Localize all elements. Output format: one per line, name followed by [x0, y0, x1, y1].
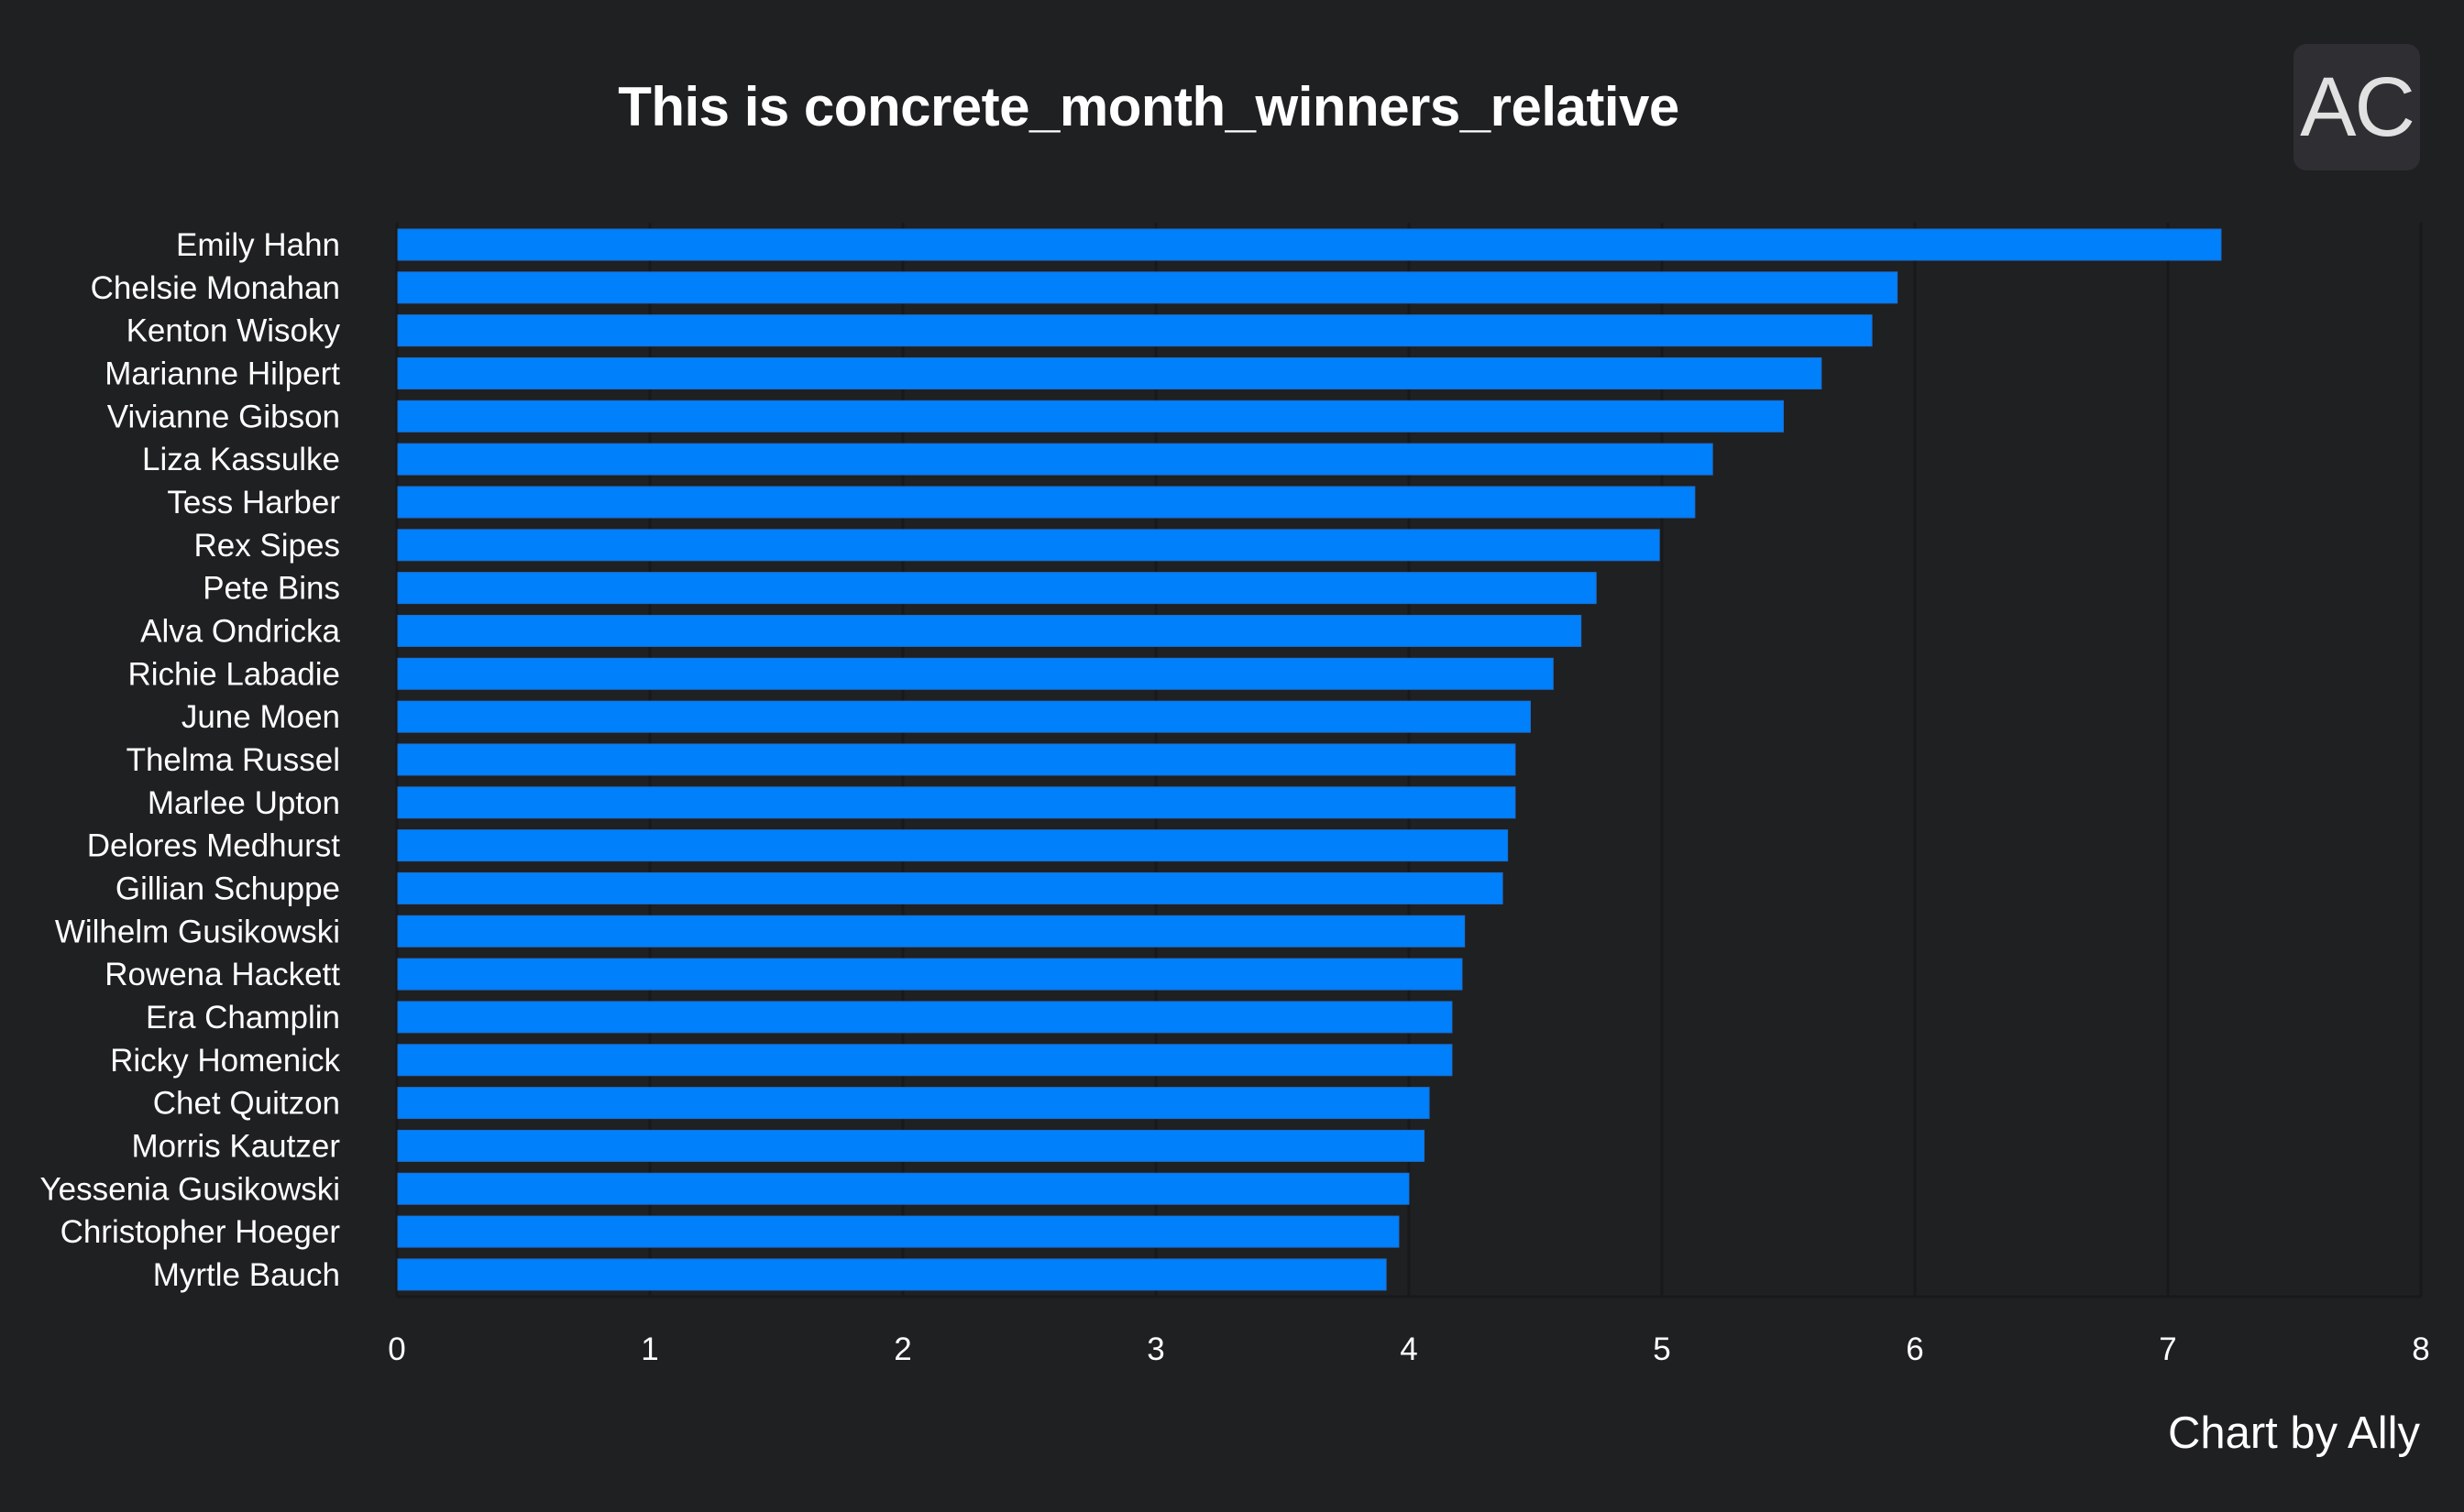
x-tick-label: 4 [1400, 1331, 1417, 1367]
category-label: Myrtle Bauch [153, 1257, 340, 1293]
bar[interactable] [397, 871, 1503, 904]
bar[interactable] [397, 1044, 1453, 1077]
bar[interactable] [397, 657, 1554, 690]
x-tick-label: 2 [894, 1331, 911, 1367]
x-tick-label: 3 [1147, 1331, 1164, 1367]
category-label: Vivianne Gibson [107, 399, 340, 434]
bar[interactable] [397, 1087, 1430, 1120]
bar[interactable] [397, 529, 1660, 562]
category-label: Era Champlin [146, 1000, 340, 1035]
bar[interactable] [397, 1215, 1400, 1248]
category-label: Marianne Hilpert [104, 356, 340, 391]
category-label: Chet Quitzon [153, 1086, 340, 1122]
bar[interactable] [397, 572, 1597, 605]
category-labels: Emily Hahn Chelsie Monahan Kenton Wisoky Ma… [40, 227, 341, 1293]
bar-chart: Emily Hahn Chelsie Monahan Kenton Wisoky Ma… [40, 223, 2430, 1367]
category-label: Rowena Hackett [104, 957, 340, 992]
bar[interactable] [397, 1001, 1453, 1034]
category-label: Delores Medhurst [87, 828, 340, 864]
category-label: Chelsie Monahan [91, 270, 340, 306]
category-label: Marlee Upton [148, 785, 340, 821]
category-label: June Moen [182, 699, 340, 735]
bar[interactable] [397, 271, 1898, 304]
bar[interactable] [397, 1172, 1410, 1205]
category-label: Ricky Homenick [110, 1043, 340, 1079]
bar[interactable] [397, 486, 1696, 519]
category-label: Liza Kassulke [142, 442, 340, 477]
category-label: Thelma Russel [126, 742, 340, 778]
category-label: Alva Ondricka [140, 613, 340, 649]
category-label: Kenton Wisoky [126, 313, 341, 349]
category-label: Tess Harber [167, 485, 340, 520]
x-tick-label: 8 [2412, 1331, 2429, 1367]
category-label: Wilhelm Gusikowski [55, 914, 340, 949]
bar[interactable] [397, 829, 1509, 862]
bar[interactable] [397, 356, 1822, 389]
x-axis-ticks: 0 1 2 3 4 5 6 7 8 [388, 1331, 2429, 1367]
category-label: Rex Sipes [193, 528, 340, 564]
chart-credit: Chart by Ally [2167, 1408, 2420, 1458]
bars [397, 228, 2222, 1291]
x-tick-label: 5 [1653, 1331, 1670, 1367]
x-tick-label: 7 [2159, 1331, 2176, 1367]
bar[interactable] [397, 743, 1516, 776]
bar[interactable] [397, 1258, 1387, 1291]
bar[interactable] [397, 786, 1516, 819]
bar[interactable] [397, 700, 1531, 733]
x-tick-label: 0 [388, 1331, 405, 1367]
category-label: Morris Kautzer [131, 1128, 340, 1164]
x-tick-label: 1 [641, 1331, 658, 1367]
bar[interactable] [397, 614, 1582, 647]
bar[interactable] [397, 400, 1784, 433]
bar[interactable] [397, 228, 2222, 261]
bar[interactable] [397, 958, 1463, 991]
category-label: Pete Bins [203, 571, 340, 607]
bar[interactable] [397, 314, 1873, 347]
bar[interactable] [397, 1129, 1425, 1162]
category-label: Emily Hahn [176, 227, 340, 263]
category-label: Richie Labadie [127, 656, 340, 692]
category-label: Christopher Hoeger [60, 1214, 341, 1250]
bar[interactable] [397, 915, 1466, 948]
category-label: Yessenia Gusikowski [40, 1171, 340, 1207]
x-tick-label: 6 [1906, 1331, 1923, 1367]
category-label: Gillian Schuppe [116, 871, 340, 906]
bar[interactable] [397, 443, 1713, 476]
